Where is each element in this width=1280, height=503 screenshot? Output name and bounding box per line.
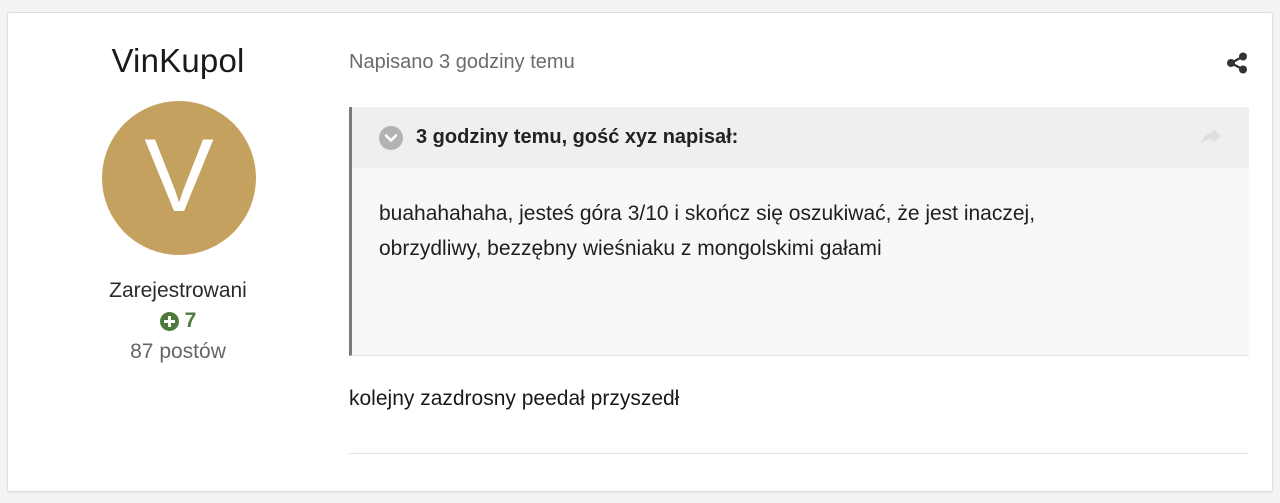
reputation-badge[interactable]: 7	[8, 309, 348, 333]
share-arrow-icon[interactable]	[1199, 125, 1223, 149]
author-name[interactable]: VinKupol	[8, 42, 348, 80]
quote-block: 3 godziny temu, gość xyz napisał: buahah…	[349, 107, 1249, 356]
reputation-count: 7	[184, 309, 197, 332]
share-icon[interactable]	[1225, 51, 1249, 75]
forum-post: VinKupol V Zarejestrowani 7 87 postów Na…	[7, 12, 1273, 492]
post-timestamp[interactable]: Napisano 3 godziny temu	[349, 51, 575, 74]
quote-citation: 3 godziny temu, gość xyz napisał:	[416, 126, 739, 148]
chevron-down-circle-icon[interactable]	[379, 125, 403, 150]
post-count: 87 postów	[130, 340, 226, 363]
user-group: Zarejestrowani	[109, 279, 247, 302]
quote-header: 3 godziny temu, gość xyz napisał:	[352, 107, 1249, 168]
avatar-letter: V	[144, 118, 214, 234]
quote-text: buahahahaha, jesteś góra 3/10 i skończ s…	[379, 202, 1036, 260]
avatar[interactable]: V	[102, 101, 256, 255]
author-panel: VinKupol V Zarejestrowani 7 87 postów	[8, 13, 348, 491]
plus-circle-icon	[159, 311, 179, 331]
divider	[349, 453, 1249, 454]
post-body: kolejny zazdrosny peedał przyszedł	[349, 387, 680, 410]
